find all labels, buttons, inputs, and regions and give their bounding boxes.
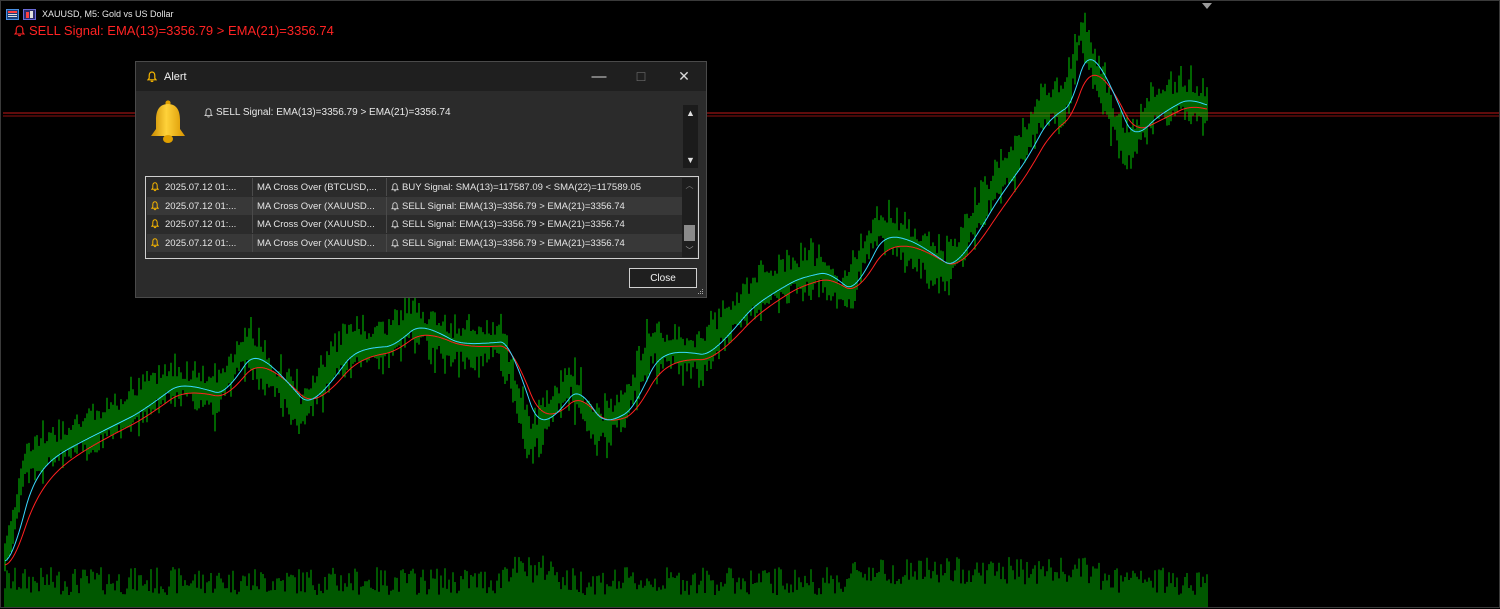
row-message-cell: SELL Signal: EMA(13)=3356.79 > EMA(21)=3… (387, 234, 682, 252)
table-row[interactable]: 2025.07.12 01:... MA Cross Over (XAUUSD..… (147, 234, 682, 252)
row-time: 2025.07.12 01:... (165, 218, 237, 230)
row-time: 2025.07.12 01:... (165, 200, 237, 212)
bell-icon (151, 182, 159, 192)
bell-icon (151, 201, 159, 211)
alert-title: Alert (164, 70, 187, 83)
symbol-icon[interactable] (23, 8, 36, 20)
history-scrollbar[interactable]: ︿ ﹀ (682, 178, 697, 257)
table-row[interactable]: 2025.07.12 01:... MA Cross Over (XAUUSD..… (147, 215, 682, 233)
row-message-cell: SELL Signal: EMA(13)=3356.79 > EMA(21)=3… (387, 215, 682, 233)
row-time-cell: 2025.07.12 01:... (147, 234, 253, 252)
scroll-down-icon[interactable]: ▼ (683, 153, 698, 167)
alert-dialog[interactable]: Alert — ☐ ✕ SELL Signal: EMA(13)=3356.79… (135, 61, 707, 298)
bell-outline-icon (391, 182, 399, 191)
row-expert-cell: MA Cross Over (XAUUSD... (253, 234, 387, 252)
row-expert: MA Cross Over (XAUUSD... (257, 237, 375, 249)
table-row[interactable]: 2025.07.12 01:... MA Cross Over (XAUUSD..… (147, 197, 682, 215)
alert-message-text: SELL Signal: EMA(13)=3356.79 > EMA(21)=3… (216, 107, 451, 118)
row-message-cell: SELL Signal: EMA(13)=3356.79 > EMA(21)=3… (387, 197, 682, 215)
close-button[interactable]: Close (629, 268, 697, 288)
row-message: SELL Signal: EMA(13)=3356.79 > EMA(21)=3… (402, 237, 625, 249)
row-time: 2025.07.12 01:... (165, 181, 237, 193)
row-message: BUY Signal: SMA(13)=117587.09 < SMA(22)=… (402, 181, 641, 193)
close-window-button[interactable]: ✕ (662, 62, 706, 91)
row-message: SELL Signal: EMA(13)=3356.79 > EMA(21)=3… (402, 218, 625, 230)
bell-icon (151, 100, 185, 143)
scroll-thumb[interactable] (684, 225, 695, 241)
bell-outline-icon (204, 107, 213, 117)
table-row[interactable]: 2025.07.12 01:... MA Cross Over (BTCUSD,.… (147, 178, 682, 196)
message-scrollbar[interactable]: ▲ ▼ (683, 105, 698, 168)
row-message-cell: BUY Signal: SMA(13)=117587.09 < SMA(22)=… (387, 178, 682, 196)
signal-text: SELL Signal: EMA(13)=3356.79 > EMA(21)=3… (29, 23, 334, 38)
bell-outline-icon (391, 219, 399, 228)
resize-grip-icon[interactable] (697, 288, 704, 295)
alert-title-bar[interactable]: Alert — ☐ ✕ (136, 62, 706, 91)
row-expert: MA Cross Over (BTCUSD,... (257, 181, 377, 193)
row-time: 2025.07.12 01:... (165, 237, 237, 249)
chart-icon[interactable] (6, 8, 19, 20)
symbol-label: XAUUSD, M5: Gold vs US Dollar (42, 9, 174, 19)
scroll-up-icon[interactable]: ︿ (682, 178, 697, 192)
bell-icon (151, 219, 159, 229)
bell-icon (14, 24, 25, 36)
signal-label: SELL Signal: EMA(13)=3356.79 > EMA(21)=3… (14, 23, 334, 38)
row-time-cell: 2025.07.12 01:... (147, 178, 253, 196)
alert-message-area: SELL Signal: EMA(13)=3356.79 > EMA(21)=3… (136, 91, 706, 177)
row-time-cell: 2025.07.12 01:... (147, 215, 253, 233)
row-expert-cell: MA Cross Over (XAUUSD... (253, 197, 387, 215)
bell-outline-icon (391, 238, 399, 247)
maximize-button: ☐ (619, 62, 663, 91)
row-expert-cell: MA Cross Over (BTCUSD,... (253, 178, 387, 196)
bell-icon (147, 70, 157, 82)
row-expert: MA Cross Over (XAUUSD... (257, 200, 375, 212)
alert-message: SELL Signal: EMA(13)=3356.79 > EMA(21)=3… (204, 107, 451, 118)
scroll-shift-marker[interactable] (1202, 3, 1212, 9)
scroll-up-icon[interactable]: ▲ (683, 106, 698, 120)
row-expert-cell: MA Cross Over (XAUUSD... (253, 215, 387, 233)
alert-history-list[interactable]: 2025.07.12 01:... MA Cross Over (BTCUSD,.… (145, 176, 699, 259)
minimize-icon: — (591, 68, 607, 85)
chart-header: XAUUSD, M5: Gold vs US Dollar (6, 7, 174, 21)
minimize-button[interactable]: — (577, 62, 621, 91)
bell-icon (151, 238, 159, 248)
row-expert: MA Cross Over (XAUUSD... (257, 218, 375, 230)
row-time-cell: 2025.07.12 01:... (147, 197, 253, 215)
bell-outline-icon (391, 201, 399, 210)
row-message: SELL Signal: EMA(13)=3356.79 > EMA(21)=3… (402, 200, 625, 212)
maximize-icon: ☐ (635, 69, 647, 84)
close-icon: ✕ (678, 68, 690, 84)
scroll-down-icon[interactable]: ﹀ (682, 243, 697, 257)
